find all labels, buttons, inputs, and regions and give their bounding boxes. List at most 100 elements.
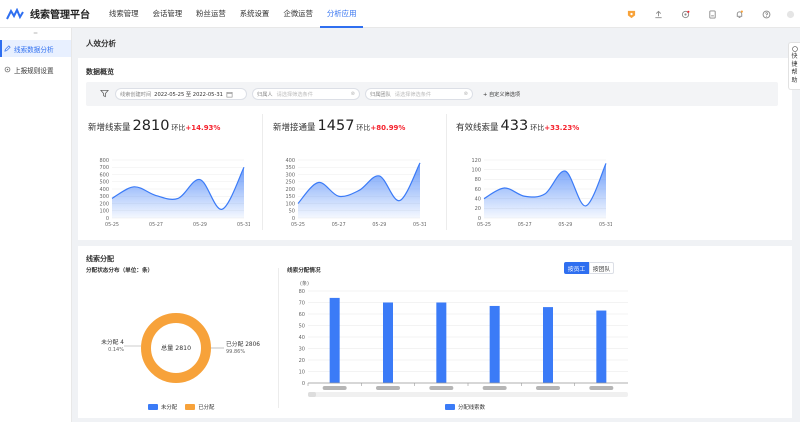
kpi-divider [446, 114, 447, 230]
area-fill [484, 163, 606, 218]
app-logo[interactable]: 线索管理平台 [6, 6, 102, 21]
top-icons [618, 0, 800, 28]
bell-icon[interactable] [726, 10, 753, 19]
overview-title: 数据概览 [86, 68, 114, 76]
y-tick-label: 100 [471, 167, 481, 173]
legend-assigned-count[interactable]: 分配线索数 [458, 403, 485, 411]
y-tick-label: 150 [285, 194, 295, 200]
nav-wecom[interactable]: 企微运营 [276, 0, 320, 28]
owner-filter-label: 归属人 [257, 91, 273, 98]
bar [436, 302, 447, 383]
legend-unassigned[interactable]: 未分配 [161, 403, 177, 411]
x-tick-label: 05-25 [291, 222, 305, 228]
sidebar-item-report-rules[interactable]: 上报规则设置 [0, 61, 71, 78]
custom-filter-button[interactable]: + 自定义筛选项 [478, 88, 530, 100]
y-tick-label: 400 [99, 187, 109, 193]
nav-analytics[interactable]: 分析应用 [319, 0, 364, 28]
y-tick-label: 50 [299, 323, 305, 329]
gear-icon[interactable] [672, 10, 699, 19]
legend-assigned[interactable]: 已分配 [198, 403, 214, 411]
owner-filter[interactable]: 归属人 请选择筛选条件 ⊗ [252, 88, 360, 100]
redacted-category-label [482, 386, 507, 390]
team-filter-placeholder: 请选择筛选条件 [394, 91, 432, 98]
sidebar-item-label: 线索数据分析 [14, 45, 54, 54]
help-char: 助 [791, 77, 798, 84]
sidebar-item-lead-analysis[interactable]: 线索数据分析 [0, 40, 71, 57]
x-tick-label: 05-27 [149, 222, 163, 228]
help-char: 快 [791, 53, 798, 60]
x-tick-label: 05-25 [477, 222, 491, 228]
top-navbar: 线索管理平台 线索管理 会话管理 粉丝运营 系统设置 企微运营 分析应用 [0, 0, 800, 28]
kpi-change: +33.23% [544, 124, 580, 132]
team-filter[interactable]: 归属团队 请选择筛选条件 ⊗ [365, 88, 473, 100]
page-title: 人效分析 [86, 39, 116, 48]
document-icon[interactable] [699, 9, 726, 19]
y-tick-label: 300 [285, 172, 295, 178]
donut-legend: 未分配 已分配 [148, 403, 214, 411]
filter-icon[interactable] [100, 89, 109, 98]
main-nav: 线索管理 会话管理 粉丝运营 系统设置 企微运营 分析应用 [102, 0, 364, 28]
y-tick-label: 40 [475, 196, 481, 202]
kpi-compare-label: 环比 [171, 124, 186, 132]
upload-icon[interactable] [645, 10, 672, 19]
clear-icon[interactable]: ⊗ [464, 91, 468, 97]
x-tick-label: 05-27 [518, 222, 532, 228]
help-icon [791, 46, 798, 52]
x-tick-label: 05-31 [413, 222, 426, 228]
y-tick-label: 0 [478, 216, 481, 222]
sidebar: ═ 线索数据分析 上报规则设置 [0, 28, 72, 422]
help-icon[interactable] [753, 10, 780, 19]
y-tick-label: 70 [299, 300, 305, 306]
redacted-category-label [589, 386, 614, 390]
quick-help-tab[interactable]: 快 捷 帮 助 [788, 42, 800, 90]
calendar-icon [226, 91, 233, 97]
y-tick-label: 10 [299, 369, 305, 375]
legend-swatch [148, 404, 158, 410]
bar [596, 310, 607, 383]
y-tick-label: 700 [99, 165, 109, 171]
by-team-toggle[interactable]: 按团队 [589, 262, 614, 274]
nav-leads[interactable]: 线索管理 [102, 0, 146, 28]
kpi-valid-leads: 有效线索量 433 环比 +33.23% [456, 118, 579, 134]
kpi-change: +80.99% [370, 124, 406, 132]
kpi-change: +14.93% [185, 124, 221, 132]
y-tick-label: 80 [475, 177, 481, 183]
kpi-value: 433 [500, 118, 529, 134]
owner-filter-placeholder: 请选择筛选条件 [276, 91, 313, 98]
kpi-compare-label: 环比 [530, 124, 545, 132]
scrollbar-track [308, 392, 628, 397]
y-tick-label: 60 [475, 187, 481, 193]
nav-fans[interactable]: 粉丝运营 [189, 0, 233, 28]
x-tick-label: 05-25 [105, 222, 119, 228]
x-tick-label: 05-31 [237, 222, 250, 228]
avatar[interactable] [780, 10, 800, 19]
new-connected-chart: 050 100150200250 300350400 05-25 05-27 05-29 0… [285, 158, 426, 228]
y-tick-label: 100 [285, 201, 295, 207]
x-tick-label: 05-29 [372, 222, 386, 228]
y-tick-label: 400 [285, 158, 295, 164]
logo-icon [6, 7, 24, 19]
y-tick-label: 0 [292, 216, 295, 222]
legend-swatch [445, 404, 455, 410]
sidebar-collapse-handle[interactable]: ═ [0, 28, 71, 40]
assigned-pct: 99.86% [226, 349, 245, 355]
by-employee-toggle[interactable]: 按员工 [564, 262, 589, 274]
kpi-label: 新增接通量 [273, 123, 316, 133]
kpi-divider [262, 114, 263, 230]
bar-title: 线索分配情况 [287, 268, 321, 274]
nav-settings[interactable]: 系统设置 [233, 0, 277, 28]
redacted-category-label [322, 386, 347, 390]
kpi-new-leads: 新增线索量 2810 环比 +14.93% [88, 118, 220, 134]
date-range-filter[interactable]: 线索创建时间 2022-05-25 至 2022-05-31 [115, 88, 247, 100]
y-tick-label: 800 [99, 158, 109, 164]
status-title: 分配状态分布（单位：条） [86, 268, 154, 274]
clear-icon[interactable]: ⊗ [351, 91, 355, 97]
y-tick-label: 350 [285, 165, 295, 171]
x-tick-label: 05-31 [599, 222, 612, 228]
area-fill [112, 167, 244, 218]
nav-sessions[interactable]: 会话管理 [146, 0, 190, 28]
kpi-value: 1457 [317, 118, 355, 134]
bar-legend: 分配线索数 [445, 403, 485, 411]
badge-icon[interactable] [618, 10, 645, 19]
date-range-value: 2022-05-25 至 2022-05-31 [154, 91, 223, 98]
